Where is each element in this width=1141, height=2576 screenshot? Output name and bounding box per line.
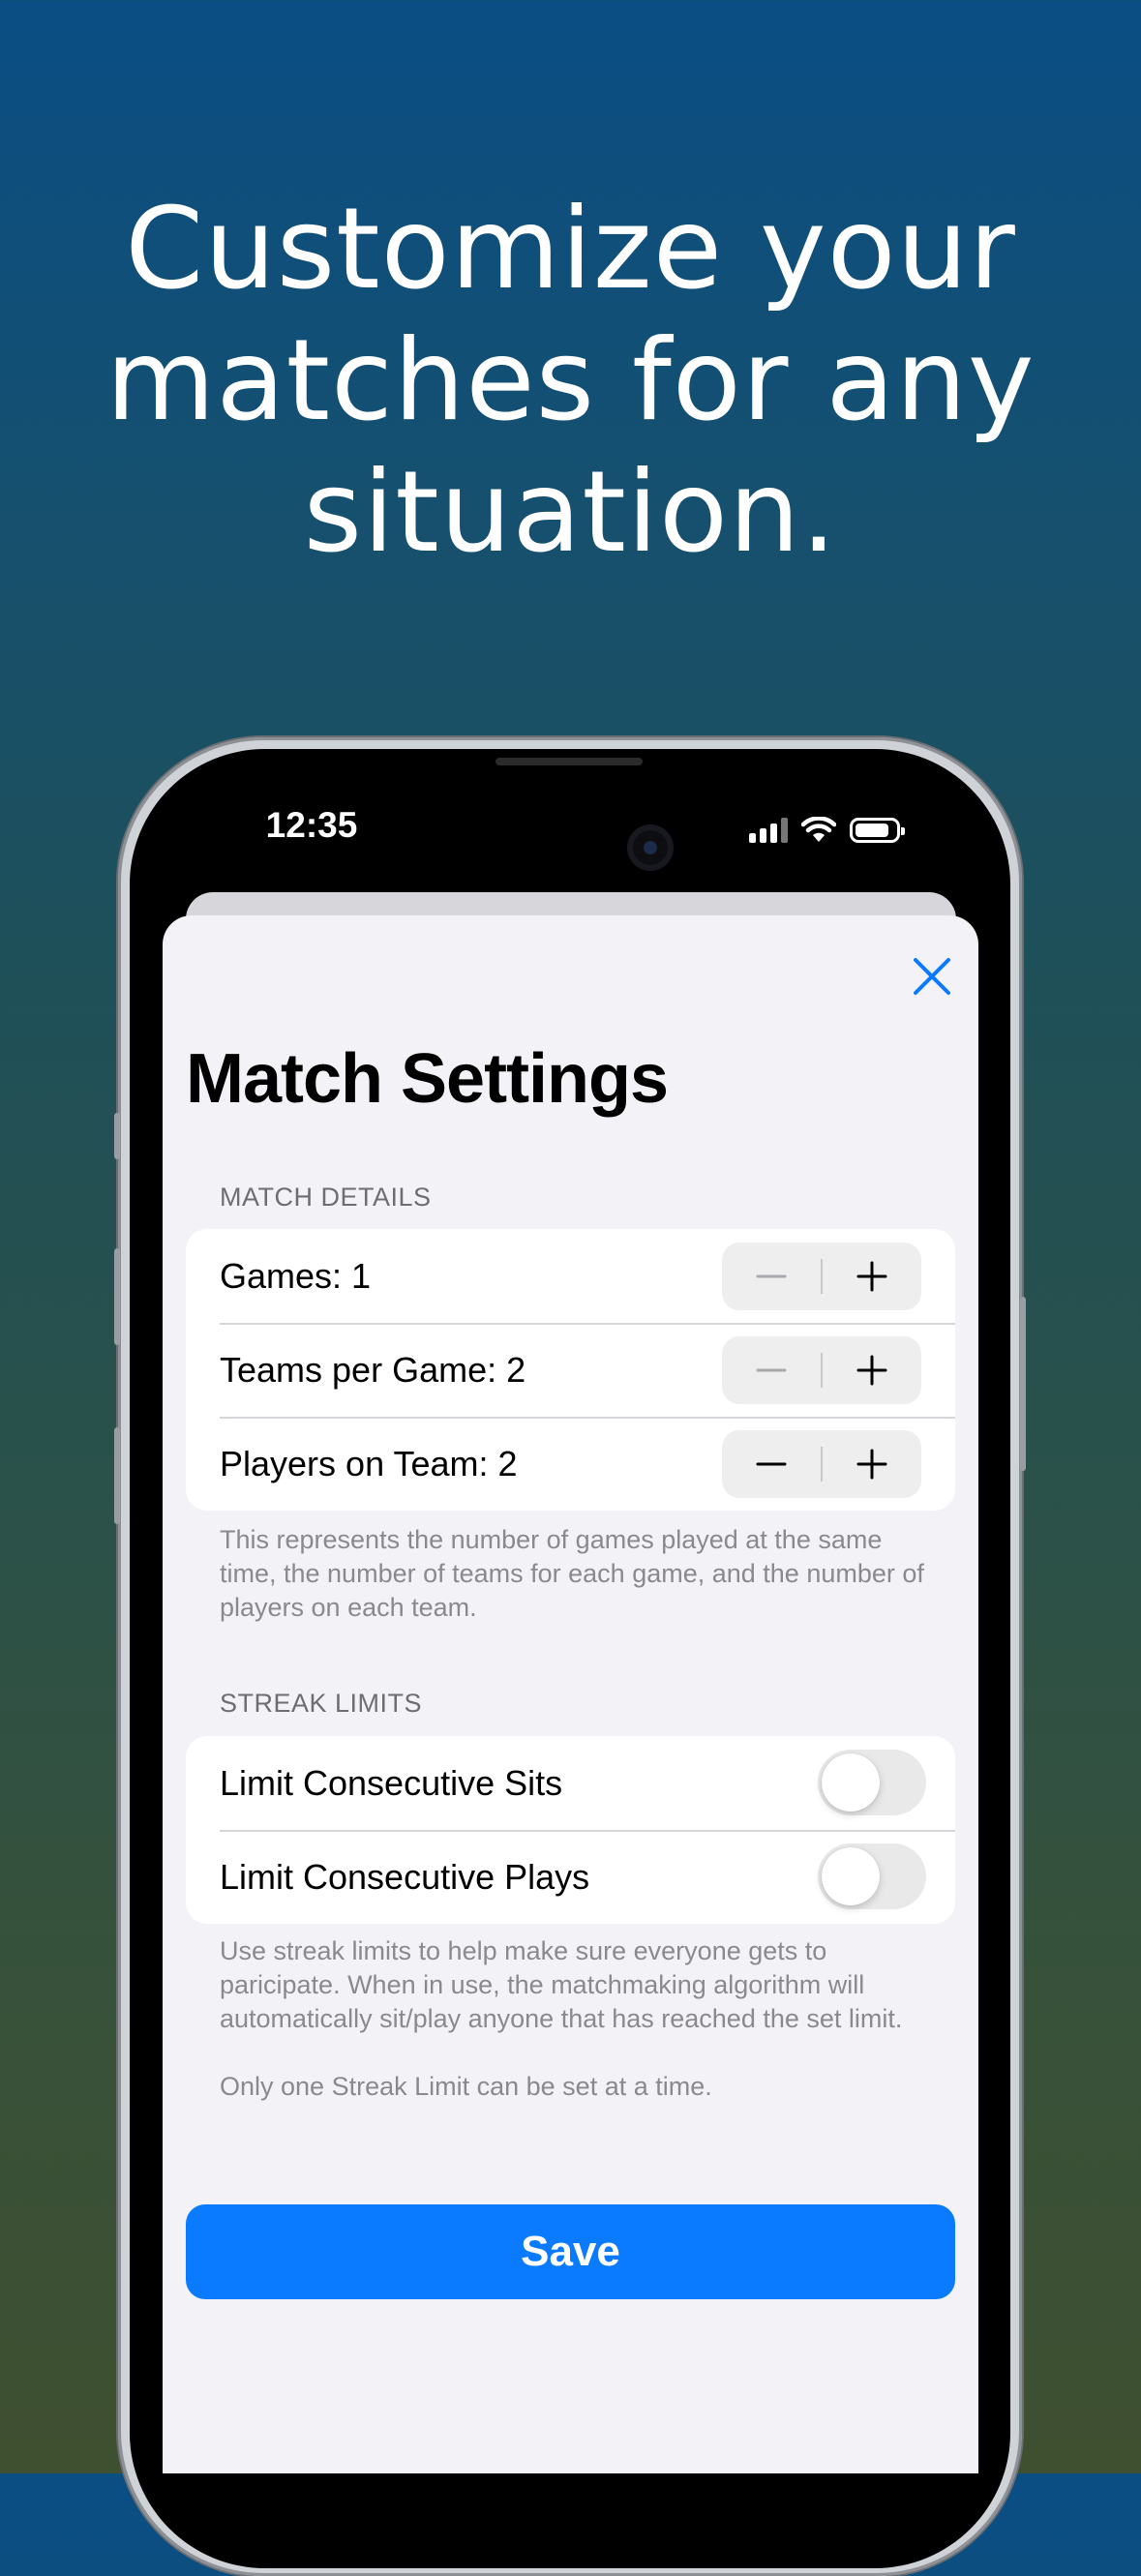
- limit-consecutive-plays-label: Limit Consecutive Plays: [220, 1856, 590, 1897]
- minus-icon: [756, 1462, 787, 1466]
- streak-limits-note: Only one Streak Limit can be set at a ti…: [220, 2072, 712, 2101]
- page-title: Match Settings: [186, 1040, 669, 1118]
- games-decrement-button[interactable]: [722, 1243, 821, 1310]
- toggle-knob: [822, 1753, 880, 1812]
- players-on-team-row: Players on Team: 2: [186, 1417, 955, 1511]
- phone-volume-down-button: [114, 1427, 120, 1524]
- marketing-headline: Customize your matches for any situation…: [0, 184, 1141, 579]
- cellular-signal-icon: [749, 818, 788, 843]
- status-icons: [749, 813, 905, 848]
- limit-consecutive-sits-toggle[interactable]: [818, 1750, 926, 1815]
- minus-icon: [756, 1368, 787, 1372]
- headline-line-1: Customize your: [125, 184, 1016, 315]
- players-increment-button[interactable]: [823, 1430, 921, 1498]
- battery-icon: [850, 818, 905, 843]
- close-button[interactable]: [908, 952, 956, 1001]
- plus-icon: [856, 1261, 887, 1292]
- match-details-group: Games: 1 Teams per Game: 2 Players on Te…: [186, 1229, 955, 1511]
- headline-line-3: situation.: [303, 447, 838, 578]
- plus-icon: [856, 1355, 887, 1386]
- teams-per-game-row: Teams per Game: 2: [186, 1323, 955, 1417]
- status-time: 12:35: [265, 805, 358, 845]
- front-camera: [627, 824, 674, 871]
- plus-icon: [856, 1449, 887, 1480]
- games-increment-button[interactable]: [823, 1243, 921, 1310]
- streak-limits-footer: Use streak limits to help make sure ever…: [220, 1936, 903, 2033]
- limit-consecutive-plays-toggle[interactable]: [818, 1843, 926, 1909]
- toggle-knob: [822, 1847, 880, 1905]
- players-on-team-stepper: [722, 1430, 921, 1498]
- players-decrement-button[interactable]: [722, 1430, 821, 1498]
- phone-power-button: [1020, 1297, 1026, 1471]
- limit-consecutive-sits-label: Limit Consecutive Sits: [220, 1762, 563, 1803]
- games-label: Games: 1: [220, 1255, 372, 1296]
- teams-per-game-label: Teams per Game: 2: [220, 1349, 526, 1390]
- limit-consecutive-sits-row: Limit Consecutive Sits: [186, 1736, 955, 1830]
- save-button[interactable]: Save: [186, 2204, 955, 2299]
- games-stepper: [722, 1243, 921, 1310]
- wifi-icon: [801, 817, 836, 842]
- section-header-match-details: MATCH DETAILS: [220, 1183, 432, 1212]
- teams-decrement-button[interactable]: [722, 1336, 821, 1404]
- limit-consecutive-plays-row: Limit Consecutive Plays: [186, 1830, 955, 1924]
- streak-limits-group: Limit Consecutive Sits Limit Consecutive…: [186, 1736, 955, 1924]
- players-on-team-label: Players on Team: 2: [220, 1443, 518, 1483]
- phone-volume-up-button: [114, 1248, 120, 1345]
- match-details-footer: This represents the number of games play…: [220, 1525, 924, 1622]
- match-settings-sheet: Match Settings MATCH DETAILS Games: 1 Te…: [163, 915, 978, 2473]
- teams-increment-button[interactable]: [823, 1336, 921, 1404]
- phone-side-button: [114, 1113, 120, 1159]
- close-icon: [914, 958, 950, 995]
- phone-speaker: [495, 758, 643, 765]
- games-row: Games: 1: [186, 1229, 955, 1323]
- minus-icon: [756, 1274, 787, 1278]
- headline-line-2: matches for any: [105, 315, 1036, 446]
- teams-per-game-stepper: [722, 1336, 921, 1404]
- section-header-streak-limits: STREAK LIMITS: [220, 1689, 423, 1718]
